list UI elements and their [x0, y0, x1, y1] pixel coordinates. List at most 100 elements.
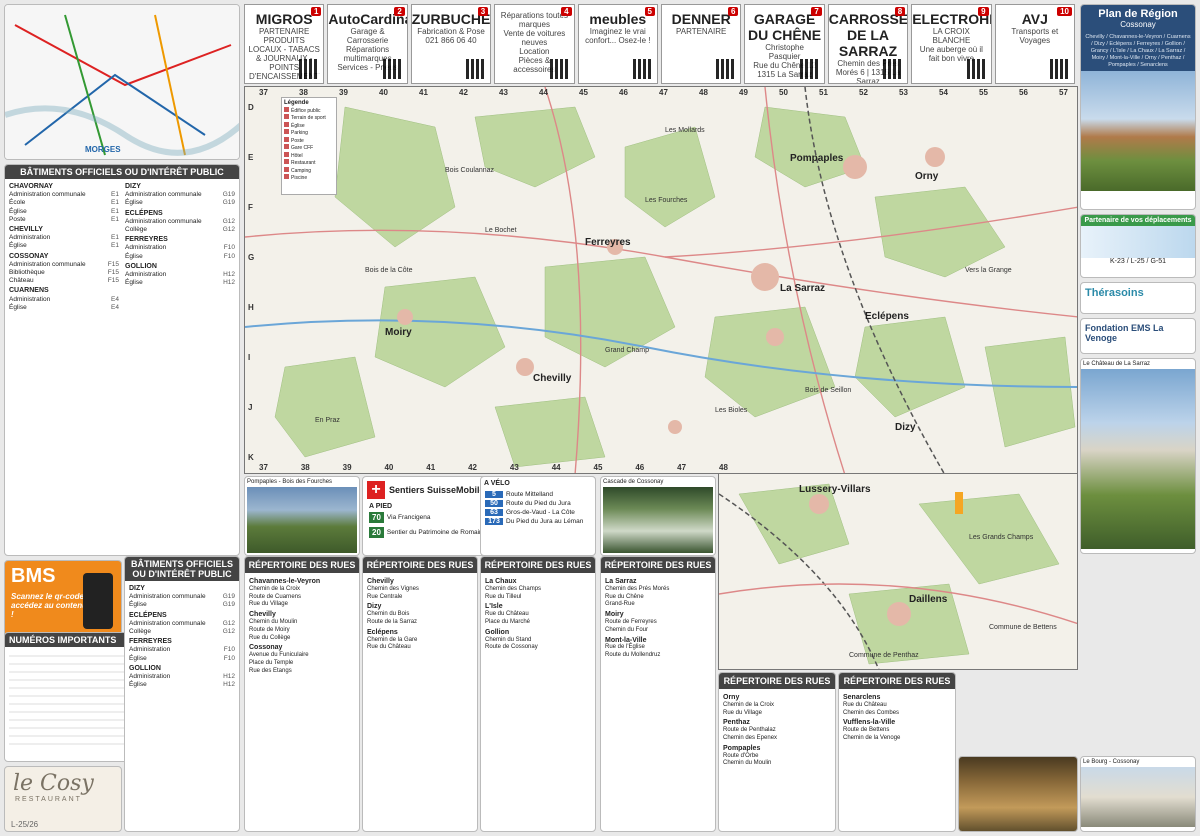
grid-ref: E1	[111, 215, 119, 223]
building-row: École E1	[9, 199, 119, 207]
commune-heading: La Sarraz	[605, 578, 637, 585]
ad-number: 8	[894, 7, 906, 16]
map-canvas	[245, 87, 1077, 473]
ad-tile[interactable]: 2AutoCardinaleGarage & CarrosserieRépara…	[327, 4, 408, 84]
street-name: Chemin de la Croix	[249, 585, 301, 592]
building-name: Administration communale	[125, 217, 202, 225]
building-row: Bibliothèque F15	[9, 269, 119, 277]
commune-heading: Cuarnens	[9, 287, 49, 295]
fondation-ad[interactable]: Fondation EMS La Venoge	[1080, 318, 1196, 354]
qr-code-icon	[632, 59, 653, 79]
therasoins-name: Thérasoins	[1085, 287, 1144, 299]
grid-row-label: K	[248, 453, 254, 462]
le-cosy-ad[interactable]: le Cosy RESTAURANT L-25/26	[4, 766, 122, 832]
ad-tile[interactable]: 4 Réparations toutes marques Vente de voit…	[494, 4, 575, 84]
ad-tile[interactable]: 6 DENNER PARTENAIRE	[661, 4, 742, 84]
legend-label: Piscine	[291, 175, 308, 181]
grid-ref: F10	[223, 654, 235, 662]
legend-label: Restaurant	[291, 160, 316, 166]
grid-ref: G19	[222, 593, 235, 601]
place-label: Le Bochet	[485, 227, 517, 234]
commune-heading: L'Isle	[485, 603, 503, 611]
qr-code-icon	[299, 59, 320, 79]
commune-heading: Chavannes-le-Veyron	[249, 578, 321, 585]
qr-code-icon	[549, 59, 570, 79]
grid-ref: E4	[111, 303, 119, 311]
qr-code-icon	[1049, 59, 1070, 79]
ad-subtitle: LA CROIX BLANCHE	[932, 27, 971, 45]
commune-heading: Dizy	[125, 183, 141, 190]
grid-column-label: 56	[1019, 88, 1028, 97]
ad-tile[interactable]: 3ZURBUCHENFabrication & Pose021 866 06 4…	[410, 4, 492, 84]
ad-tile[interactable]: 10 AVJ Transports et Voyages	[994, 4, 1075, 84]
grid-column-label: 45	[593, 463, 603, 472]
grid-ref: F15	[107, 269, 119, 277]
chateau-title: Le Château de La Sarraz	[1083, 361, 1151, 367]
commune-heading: Gollion	[125, 262, 157, 270]
grid-column-label: 54	[939, 88, 948, 97]
place-label: Vers la Grange	[965, 267, 1012, 274]
commune-heading: Chevilly	[9, 226, 43, 234]
ad-tile[interactable]: 5 meubles Imaginez le vrai confort... Osez…	[577, 4, 658, 84]
bike-routes-panel[interactable]: A VÉLO 5 Route Mittelland 50 Route du Pied …	[480, 476, 596, 556]
route-name: Route du Pied du Jura	[506, 500, 571, 507]
building-row: Administration H12	[129, 673, 235, 681]
main-map[interactable]: Légende Édifice public Terrain de sport Égl…	[244, 86, 1078, 474]
network-lines	[5, 5, 239, 159]
grid-ref: E1	[111, 191, 119, 199]
buildings-list: Chavornay Administration communale E1 École…	[5, 179, 239, 314]
ad-number: 5	[644, 7, 655, 16]
sentiers-title: Sentiers SuisseMobile	[389, 485, 485, 495]
grid-ref: G19	[222, 191, 235, 199]
route-name: Du Pied du Jura au Léman	[506, 518, 584, 525]
grid-row-label: J	[248, 403, 253, 412]
street-name: Chemin du Moulin	[249, 618, 298, 625]
ad-tile[interactable]: 9ELECTROHMSLA CROIX BLANCHEUne auberge o…	[911, 4, 992, 84]
street-name: Rue du Château	[367, 644, 411, 651]
directory-title: Répertoire des rues	[601, 557, 715, 573]
ad-line: 021 866 06 40	[425, 36, 477, 45]
ad-tile[interactable]: 8CARROSSERIE DE LA SARRAZChemin des Prés…	[827, 4, 909, 84]
street-directory-column: Répertoire des rues Chavannes-le-Veyron Ch…	[244, 556, 360, 832]
legend-label: Terrain de sport	[291, 115, 326, 121]
street-directory-column: Répertoire des rues Chevilly Chemin des Vi…	[362, 556, 478, 832]
street-directory-column: Répertoire des rues Orny Chemin de la Croi…	[718, 672, 836, 832]
legend-label: Camping	[291, 167, 312, 174]
place-label: Bois Coulannaz	[445, 167, 495, 174]
grid-ref: H12	[223, 681, 235, 689]
ad-tile[interactable]: 7 GARAGE DU CHÊNE Christophe Pasquier Rue d…	[744, 4, 825, 84]
grid-ref: F10	[223, 646, 235, 654]
building-row: Administration H12	[125, 271, 235, 279]
cover-subtitle: Cossonay	[1120, 20, 1156, 29]
town-lussery-villars: Lussery-Villars	[799, 484, 871, 495]
bike-route[interactable]: 173 Du Pied du Jura au Léman	[481, 517, 595, 526]
street-name: Rue du Collège	[249, 634, 291, 641]
route-name: Route Mittelland	[506, 491, 553, 498]
grid-ref: H12	[223, 279, 235, 287]
legend-item: Piscine	[284, 174, 334, 182]
route-badge: 20	[369, 527, 384, 538]
bike-route[interactable]: 50 Route du Pied du Jura	[481, 499, 595, 508]
partner-panel[interactable]: Partenaire de vos déplacements K-23 / L-…	[1080, 214, 1196, 278]
grid-row-label: E	[248, 153, 254, 162]
phone-icon	[83, 573, 113, 629]
ad-tile[interactable]: 1 MIGROS PARTENAIRE PRODUITS LOCAUX - TABAC…	[244, 4, 325, 84]
bike-route[interactable]: 5 Route Mittelland	[481, 490, 595, 499]
street-name: Chemin de la Venoge	[843, 734, 901, 741]
cover-communes: Chevilly / Chavannes-le-Veyron / Cuarnen…	[1081, 32, 1195, 71]
place-label: Bois de Seillon	[805, 387, 852, 394]
therasoins-ad[interactable]: Thérasoins	[1080, 282, 1196, 314]
street-name: Route de Bettens	[843, 727, 890, 734]
commune-heading: Eclépens	[367, 628, 398, 636]
town-orny: Orny	[915, 171, 939, 182]
commune-heading: Orny	[723, 694, 740, 701]
street-directory-column: Répertoire des rues La Sarraz Chemin des P…	[600, 556, 716, 832]
street-name: Chemin de la Croix	[723, 701, 775, 708]
legend-item: Hôtel	[284, 151, 334, 160]
commune-heading: Vufflens-la-Ville	[843, 719, 896, 727]
grid-column-label: 42	[459, 88, 468, 97]
map-extension[interactable]: Lussery-Villars Daillens Commune de Bett…	[718, 474, 1078, 670]
fondation-name: Fondation EMS La Venoge	[1085, 323, 1164, 343]
bike-route[interactable]: 63 Gros-de-Vaud - La Côte	[481, 508, 595, 517]
street-name: Rue du Château	[485, 611, 529, 618]
